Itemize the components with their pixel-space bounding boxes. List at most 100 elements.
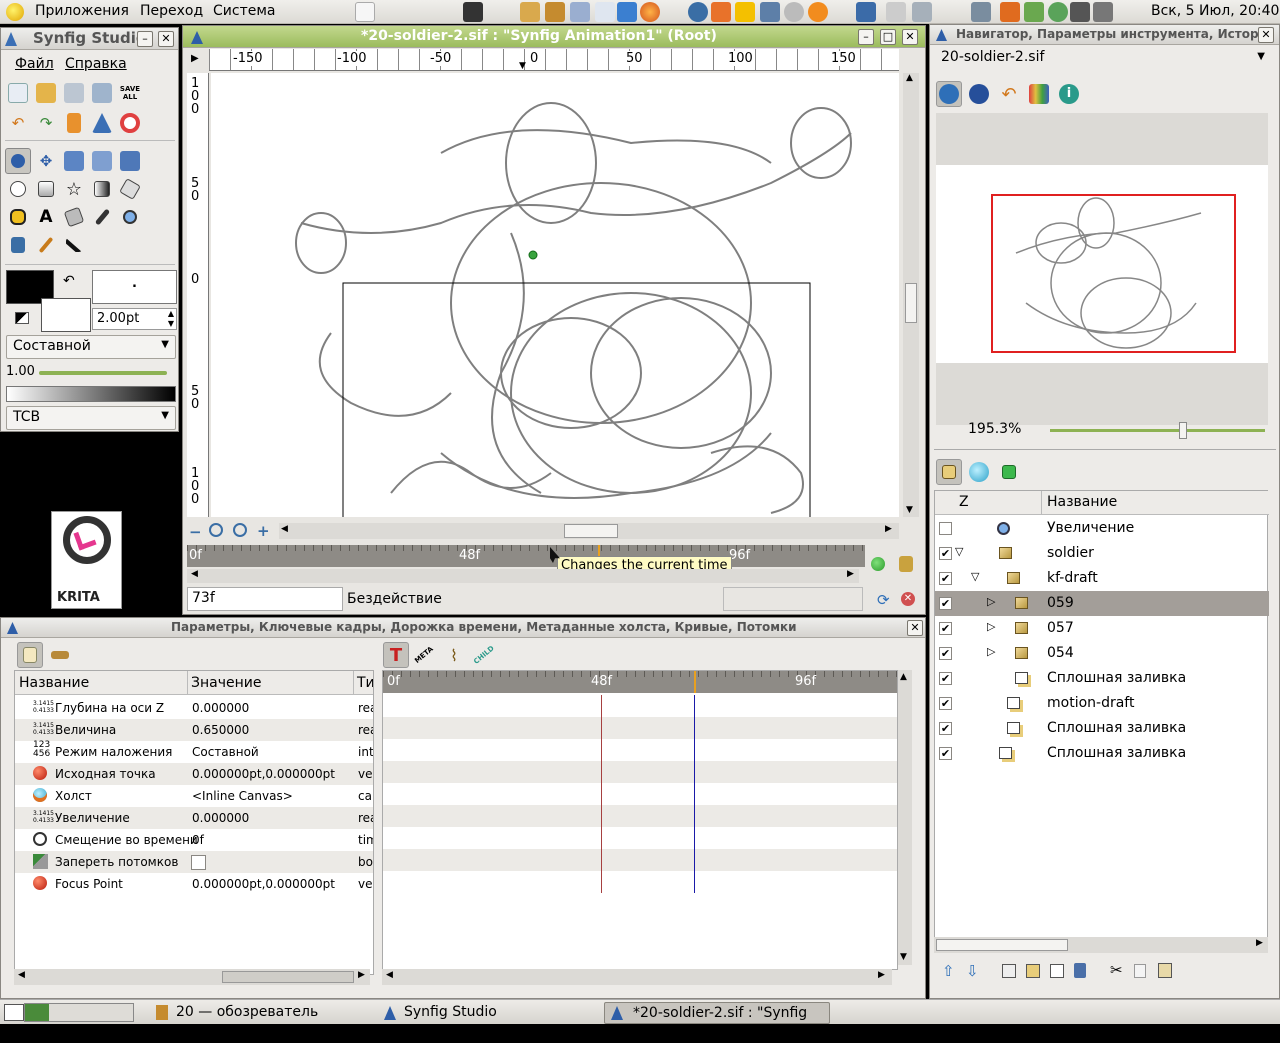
redo-button[interactable]: ↷ xyxy=(33,110,59,136)
scroll-thumb[interactable] xyxy=(564,524,618,538)
vertical-ruler[interactable]: 1 0 0 5 0 0 5 0 1 0 0 xyxy=(187,73,209,517)
canvas-titlebar[interactable]: *20-soldier-2.sif : "Synfig Animation1" … xyxy=(183,26,925,48)
launcher-icon-5[interactable] xyxy=(617,2,637,22)
launcher-icon-6[interactable] xyxy=(688,2,708,22)
layer-row[interactable]: ✔ ▽ soldier xyxy=(935,541,1269,566)
circle-tool-button[interactable] xyxy=(5,176,31,202)
layer-row[interactable]: ✔ ▽ kf-draft xyxy=(935,566,1269,591)
launcher-icon-9[interactable] xyxy=(760,2,780,22)
opacity-slider[interactable] xyxy=(39,371,167,375)
param-row[interactable]: Запереть потомков bo xyxy=(15,851,373,873)
layer-visibility-checkbox[interactable] xyxy=(939,522,952,535)
menu-arrow-icon[interactable]: ▶ xyxy=(191,53,199,64)
launcher-icon-11[interactable] xyxy=(856,2,876,22)
krita-desktop-icon[interactable]: KRITA xyxy=(51,511,122,609)
select-all-layers-icon[interactable] xyxy=(1050,964,1064,978)
stop-icon[interactable]: ✕ xyxy=(901,592,915,606)
cutout-tool-button[interactable] xyxy=(61,232,87,258)
lower-layer-icon[interactable]: ⇩ xyxy=(966,962,979,980)
refresh-icon[interactable]: ⟳ xyxy=(877,591,890,609)
save-all-button[interactable]: SAVE ALL xyxy=(117,80,143,106)
taskbar-item-canvas[interactable]: *20-soldier-2.sif : "Synfig A... xyxy=(604,1002,830,1041)
about-button[interactable] xyxy=(89,110,115,136)
scroll-right-icon[interactable]: ▶ xyxy=(847,569,854,579)
clapper-launcher-icon[interactable] xyxy=(463,2,483,22)
star-tool-button[interactable]: ☆ xyxy=(61,176,87,202)
curves-tab[interactable]: ⌇ xyxy=(441,642,467,668)
delete-layer-icon[interactable] xyxy=(1074,963,1086,978)
timetrack-hscrollbar[interactable]: ◀ ▶ xyxy=(382,969,892,985)
param-row[interactable]: 123 456 Режим наложения Составной int xyxy=(15,741,373,763)
param-value[interactable]: Составной xyxy=(192,745,259,759)
launcher-icon-16[interactable] xyxy=(1024,2,1044,22)
keyframe-lock-icon[interactable] xyxy=(871,557,885,571)
gnome-foot-icon[interactable] xyxy=(6,3,24,21)
layer-row[interactable]: ✔ Сплошная заливка xyxy=(935,741,1269,766)
collapse-arrow-icon[interactable]: ▽ xyxy=(971,570,979,583)
metadata-tab[interactable]: META xyxy=(406,637,443,674)
col-name-header[interactable]: Название xyxy=(1047,494,1117,510)
launcher-icon-7[interactable] xyxy=(711,2,731,22)
mirror-tool-button[interactable] xyxy=(117,148,143,174)
layer-visibility-checkbox[interactable]: ✔ xyxy=(939,572,952,585)
scroll-left-icon[interactable]: ◀ xyxy=(281,524,288,534)
menu-system[interactable]: Система xyxy=(213,3,275,19)
param-value[interactable]: 0.000000pt,0.000000pt xyxy=(192,767,335,781)
layer-row[interactable]: ✔ motion-draft xyxy=(935,691,1269,716)
zoom-in-icon[interactable] xyxy=(209,523,223,537)
sketch-tool-button[interactable] xyxy=(5,232,31,258)
current-time-cursor[interactable] xyxy=(694,671,696,693)
col-value-header[interactable]: Значение xyxy=(191,675,261,691)
toolbox-titlebar[interactable]: Synfig Studio – ✕ xyxy=(1,28,178,50)
text-tool-button[interactable]: A xyxy=(33,204,59,230)
new-file-button[interactable] xyxy=(5,80,31,106)
params-tab[interactable] xyxy=(17,642,43,668)
layers-hscrollbar[interactable]: ▶ xyxy=(934,937,1268,953)
collapse-arrow-icon[interactable]: ▽ xyxy=(955,545,963,558)
tool-options-tab[interactable] xyxy=(966,81,992,107)
layer-visibility-checkbox[interactable]: ✔ xyxy=(939,697,952,710)
zoom-out-icon[interactable]: − xyxy=(189,523,202,541)
horizontal-ruler[interactable]: -150 -100 -50 0 50 100 150 ▼ xyxy=(209,49,899,71)
scale-tool-button[interactable] xyxy=(61,148,87,174)
viewport-rectangle[interactable] xyxy=(991,194,1236,353)
zoom-tool-button[interactable] xyxy=(117,204,143,230)
undo-button[interactable]: ↶ xyxy=(5,110,31,136)
copy-icon[interactable] xyxy=(1134,964,1146,978)
param-row[interactable]: 3.14150.4133Величина 0.650000 rea xyxy=(15,719,373,741)
scroll-right-icon[interactable]: ▶ xyxy=(878,970,885,980)
layer-row[interactable]: ✔ ▷ 059 xyxy=(935,591,1269,616)
launcher-icon-15[interactable] xyxy=(1000,2,1020,22)
spin-arrows-icon[interactable]: ▲ ▼ xyxy=(168,309,174,329)
param-value[interactable]: <Inline Canvas> xyxy=(192,789,293,803)
rotate-tool-button[interactable] xyxy=(89,148,115,174)
workspace-switcher[interactable] xyxy=(24,1003,134,1022)
scroll-left-icon[interactable]: ◀ xyxy=(386,970,393,980)
children-tab[interactable]: CHILD xyxy=(466,637,503,674)
menu-file[interactable]: Файл xyxy=(15,56,54,72)
launcher-icon-18[interactable] xyxy=(1070,2,1090,22)
expand-arrow-icon[interactable]: ▷ xyxy=(987,645,995,658)
menu-places[interactable]: Переход xyxy=(140,3,203,19)
layer-row[interactable]: ✔ ▷ 057 xyxy=(935,616,1269,641)
close-button[interactable]: ✕ xyxy=(158,31,174,47)
canvas-vscrollbar[interactable]: ▲ ▼ xyxy=(903,73,919,517)
scroll-left-icon[interactable]: ◀ xyxy=(18,970,25,980)
save-as-button[interactable] xyxy=(89,80,115,106)
clock[interactable]: Вск, 5 Июл, 20:40 xyxy=(1151,3,1279,19)
menu-applications[interactable]: Приложения xyxy=(35,3,129,19)
layer-visibility-checkbox[interactable]: ✔ xyxy=(939,547,952,560)
setup-button[interactable] xyxy=(61,110,87,136)
launcher-icon-8[interactable] xyxy=(735,2,755,22)
param-row[interactable]: 3.14150.4133Глубина на оси Z 0.000000 rea xyxy=(15,697,373,719)
padlock-icon[interactable] xyxy=(899,556,913,572)
blender-launcher-icon[interactable] xyxy=(808,2,828,22)
scroll-down-icon[interactable]: ▼ xyxy=(900,952,907,962)
fill-color-swatch[interactable] xyxy=(41,298,91,332)
zoom-slider-handle[interactable] xyxy=(1179,422,1187,439)
param-row[interactable]: 3.14150.4133Увеличение 0.000000 rea xyxy=(15,807,373,829)
launcher-icon-14[interactable] xyxy=(971,2,991,22)
layer-row[interactable]: ✔ Сплошная заливка xyxy=(935,716,1269,741)
duplicate-layer-icon[interactable] xyxy=(1002,964,1016,978)
notes-launcher-icon[interactable] xyxy=(355,2,375,22)
